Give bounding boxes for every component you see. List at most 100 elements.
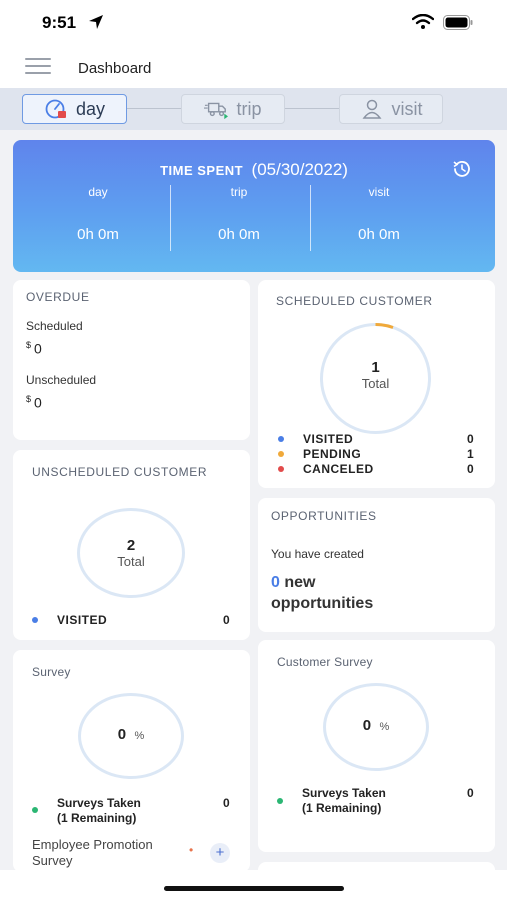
- unscheduled-customer-card[interactable]: UNSCHEDULED CUSTOMER 2 Total VISITED 0: [13, 450, 250, 640]
- wifi-icon: [412, 14, 434, 29]
- time-col-trip: trip 0h 0m: [169, 185, 309, 243]
- status-time: 9:51: [42, 13, 77, 32]
- survey-dot: [32, 807, 38, 813]
- time-spent-label: TIME SPENT: [160, 163, 244, 178]
- status-bar: 9:51: [0, 0, 507, 46]
- customer-survey-percent-value: 0: [362, 717, 372, 734]
- time-spent-card: TIME SPENT (05/30/2022) day 0h 0m trip 0…: [13, 140, 495, 272]
- opportunities-new-text: new: [284, 574, 316, 591]
- battery-icon: [443, 15, 473, 30]
- pending-dot: [278, 451, 284, 457]
- amount-value: 0: [34, 394, 42, 411]
- opportunities-title: OPPORTUNITIES: [271, 509, 377, 523]
- surveys-remaining: (1 Remaining): [302, 801, 382, 815]
- surveys-taken-text: Surveys Taken: [302, 786, 386, 800]
- surveys-taken-value: 0: [223, 796, 230, 810]
- tab-day[interactable]: day: [22, 94, 127, 124]
- opportunities-created-text: You have created: [271, 547, 364, 561]
- legend-canceled: CANCELED: [278, 462, 374, 476]
- scheduled-total-ring: 1 Total: [320, 323, 431, 434]
- legend-value: 0: [223, 613, 230, 627]
- unscheduled-total-number: 2: [126, 537, 136, 554]
- opportunities-card[interactable]: OPPORTUNITIES You have created 0 new opp…: [258, 498, 495, 632]
- time-col-day: day 0h 0m: [28, 185, 168, 243]
- surveys-taken-text: Surveys Taken: [57, 796, 141, 810]
- time-col-label: visit: [368, 185, 390, 199]
- currency-symbol: $: [26, 394, 32, 404]
- legend-label: VISITED: [57, 613, 108, 627]
- time-spent-date: (05/30/2022): [251, 160, 348, 179]
- survey-title: Survey: [32, 665, 71, 679]
- legend-label: CANCELED: [303, 462, 374, 476]
- amount-value: 0: [34, 340, 42, 357]
- scheduled-customer-title: SCHEDULED CUSTOMER: [276, 294, 433, 308]
- time-spent-header: TIME SPENT (05/30/2022): [13, 160, 495, 180]
- pending-arc: [375, 323, 394, 329]
- tab-visit[interactable]: visit: [339, 94, 443, 124]
- survey-item-name[interactable]: Employee Promotion Survey: [32, 837, 182, 869]
- customer-survey-percent-ring: 0 %: [323, 683, 429, 771]
- tab-day-label: day: [75, 98, 106, 119]
- visited-dot: [278, 436, 284, 442]
- speedometer-icon: [45, 99, 66, 119]
- tab-trip[interactable]: trip: [181, 94, 285, 124]
- customer-survey-dot: [277, 798, 283, 804]
- home-area: [0, 870, 507, 900]
- survey-card[interactable]: Survey 0 % Surveys Taken (1 Remaining) 0…: [13, 650, 250, 872]
- scheduled-customer-card[interactable]: SCHEDULED CUSTOMER 1 Total VISITED 0 PEN…: [258, 280, 495, 488]
- add-survey-button[interactable]: +: [210, 843, 230, 863]
- surveys-remaining: (1 Remaining): [57, 811, 137, 825]
- customer-survey-percent-row: 0 %: [326, 717, 426, 735]
- tab-trip-label: trip: [236, 98, 262, 119]
- overdue-card[interactable]: OVERDUE Scheduled $0 Unscheduled $0: [13, 280, 250, 440]
- legend-value: 1: [467, 447, 474, 461]
- legend-value: 0: [467, 432, 474, 446]
- unscheduled-total-label: Total: [117, 554, 145, 569]
- unscheduled-customer-title: UNSCHEDULED CUSTOMER: [32, 465, 208, 479]
- tab-connector: [127, 108, 181, 109]
- location-arrow-icon: [89, 15, 103, 29]
- legend-visited: VISITED: [32, 613, 107, 627]
- time-col-value: 0h 0m: [218, 226, 260, 243]
- customer-survey-card[interactable]: Customer Survey 0 % Surveys Taken (1 Rem…: [258, 640, 495, 852]
- survey-percent-ring: 0 %: [78, 693, 184, 779]
- time-col-label: trip: [230, 185, 248, 199]
- hamburger-menu-icon[interactable]: [25, 58, 51, 76]
- overdue-unscheduled-amount: $0: [26, 394, 42, 411]
- survey-percent-row: 0 %: [81, 726, 181, 744]
- overdue-scheduled-label: Scheduled: [26, 319, 83, 333]
- history-icon[interactable]: [451, 158, 473, 180]
- currency-symbol: $: [26, 340, 32, 350]
- tab-connector: [285, 108, 339, 109]
- overdue-title: OVERDUE: [26, 290, 90, 304]
- overdue-scheduled-amount: $0: [26, 340, 42, 357]
- opportunities-summary: 0 new opportunities: [271, 572, 373, 614]
- truck-icon: [204, 102, 229, 120]
- legend-label: PENDING: [303, 447, 362, 461]
- customer-surveys-taken-value: 0: [467, 786, 474, 800]
- mode-tabs: day trip visit: [0, 88, 507, 130]
- legend-label: VISITED: [303, 432, 354, 446]
- legend-pending: PENDING: [278, 447, 361, 461]
- time-col-label: day: [88, 185, 108, 199]
- customer-survey-percent-sign: %: [379, 721, 390, 733]
- app-bar: Dashboard: [0, 46, 507, 88]
- customer-survey-title: Customer Survey: [277, 655, 373, 669]
- survey-item-marker: •: [189, 843, 194, 857]
- time-col-visit: visit 0h 0m: [309, 185, 449, 243]
- home-indicator[interactable]: [164, 886, 344, 891]
- legend-visited: VISITED: [278, 432, 353, 446]
- surveys-taken-label: Surveys Taken (1 Remaining): [57, 796, 141, 826]
- survey-percent-sign: %: [134, 730, 145, 742]
- canceled-dot: [278, 466, 284, 472]
- page-title: Dashboard: [78, 60, 152, 77]
- overdue-unscheduled-label: Unscheduled: [26, 373, 97, 387]
- customer-surveys-taken-label: Surveys Taken (1 Remaining): [302, 786, 386, 816]
- tab-visit-label: visit: [391, 98, 423, 119]
- unscheduled-total-ring: 2 Total: [77, 508, 185, 598]
- person-icon: [362, 99, 381, 119]
- time-col-value: 0h 0m: [77, 226, 119, 243]
- time-col-value: 0h 0m: [358, 226, 400, 243]
- legend-value: 0: [467, 462, 474, 476]
- opportunities-word: opportunities: [271, 595, 374, 612]
